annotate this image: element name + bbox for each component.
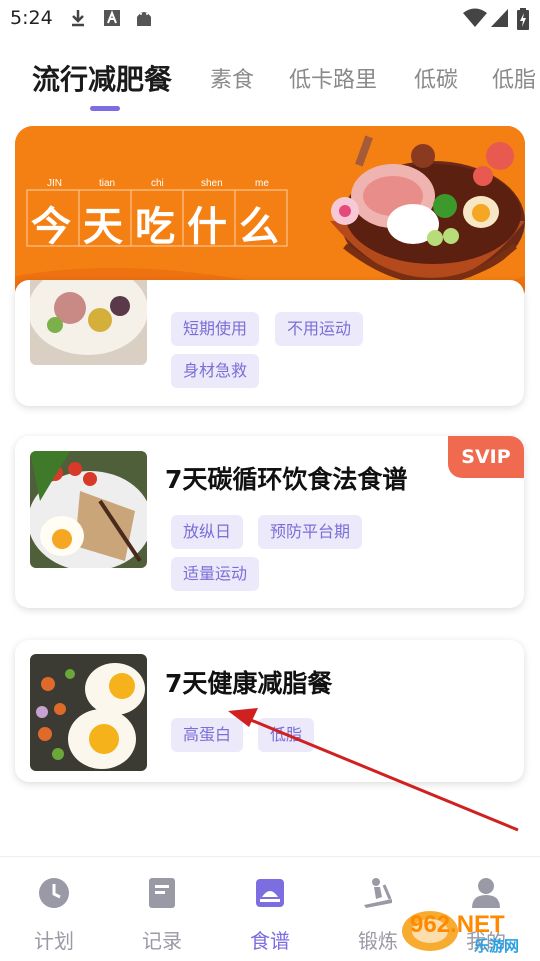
banner-pinyin-2: tian (99, 178, 116, 189)
banner-char-1: 今 (31, 204, 71, 250)
recipe-thumbnail (30, 654, 147, 771)
nav-record-label: 记录 (142, 929, 182, 953)
clock-icon (39, 878, 69, 908)
recipe-card[interactable]: 7天碳循环饮食法食谱 SVIP 放纵日 预防平台期 适量运动 (15, 436, 524, 608)
nav-record[interactable]: 记录 (108, 857, 216, 961)
tab-vegetarian[interactable]: 素食 (210, 62, 254, 94)
recipe-tag: 不用运动 (275, 312, 364, 346)
recipe-title: 7天健康减脂餐 (165, 669, 333, 698)
tab-indicator (90, 106, 120, 111)
recipe-thumbnail (30, 451, 147, 568)
watermark-subtext: 乐游网 (474, 937, 520, 955)
recipe-thumbnail (30, 280, 147, 365)
nav-recipes-label: 食谱 (250, 929, 290, 953)
site-watermark: 962.NET 乐游网 (400, 905, 538, 957)
tab-popular-diet[interactable]: 流行减肥餐 (32, 58, 172, 98)
download-icon (72, 10, 84, 27)
banner-pinyin-5: me (255, 178, 269, 189)
banner-char-2: 天 (83, 204, 123, 250)
recipe-tag: 身材急救 (171, 354, 260, 388)
nav-plan-label: 计划 (34, 929, 74, 953)
banner-char-3: 吃 (135, 204, 175, 250)
nav-recipes[interactable]: 食谱 (216, 857, 324, 961)
treadmill-icon (364, 878, 392, 908)
signal-icon (491, 9, 508, 27)
banner-pinyin-4: shen (201, 178, 223, 189)
category-tabs: 流行减肥餐 素食 低卡路里 低碳 低脂 (0, 52, 540, 112)
banner-char-4: 什 (187, 204, 227, 250)
banner-pinyin-3: chi (151, 178, 164, 189)
tab-low-fat[interactable]: 低脂 (492, 62, 536, 94)
recipe-card[interactable]: 短期使用 不用运动 身材急救 (15, 280, 524, 406)
recipe-tag: 短期使用 (171, 312, 260, 346)
battery-icon (517, 8, 529, 30)
banner-pinyin-1: JIN (47, 178, 62, 189)
recipe-tag: 放纵日 (171, 515, 244, 549)
recipe-card[interactable]: 7天健康减脂餐 高蛋白 低脂 (15, 640, 524, 782)
tab-low-calorie[interactable]: 低卡路里 (289, 62, 377, 94)
recipe-tag: 低脂 (258, 718, 315, 752)
banner-char-5: 么 (239, 204, 279, 250)
status-time: 5:24 (10, 7, 53, 29)
recipe-title: 7天碳循环饮食法食谱 (165, 465, 408, 494)
recipe-book-icon (256, 879, 284, 907)
tab-low-carb[interactable]: 低碳 (414, 62, 458, 94)
recipe-tag: 适量运动 (171, 557, 260, 591)
notebook-icon (149, 878, 175, 908)
recipe-tag: 预防平台期 (258, 515, 363, 549)
wifi-icon (463, 8, 487, 27)
svip-badge: SVIP (448, 436, 524, 478)
status-bar: 5:24 (0, 0, 540, 36)
font-a-icon (104, 10, 120, 26)
android-icon (137, 12, 151, 26)
recipe-tag: 高蛋白 (171, 718, 244, 752)
nav-plan[interactable]: 计划 (0, 857, 108, 961)
promo-banner[interactable]: JIN tian chi shen me 今 天 吃 什 么 (15, 126, 525, 306)
